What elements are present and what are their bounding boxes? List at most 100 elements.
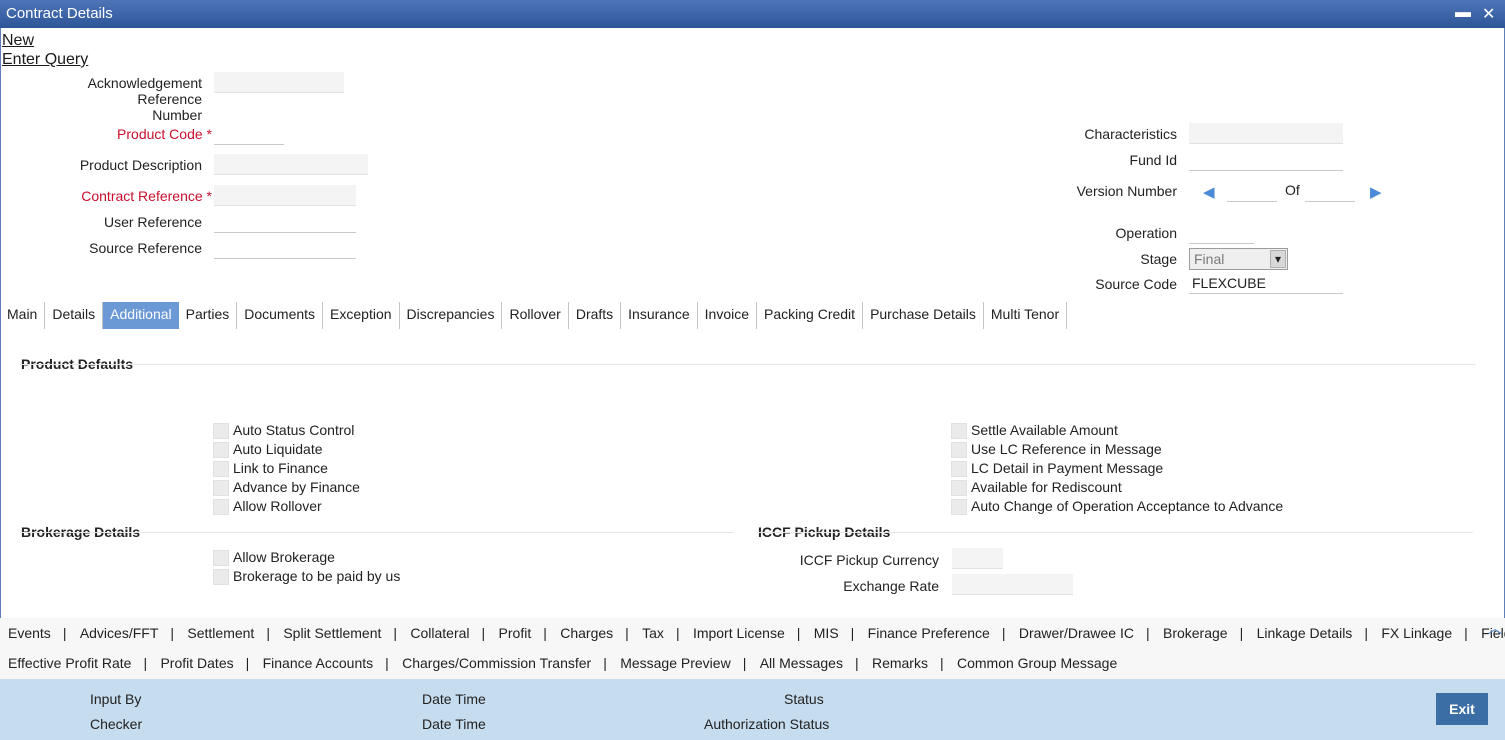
bottom-link-profit[interactable]: Profit — [499, 625, 532, 641]
product-default-left-checkbox[interactable] — [213, 480, 229, 496]
brokerage-checkbox[interactable] — [213, 550, 229, 566]
operation-input[interactable] — [1189, 223, 1254, 244]
product-default-left-checkbox[interactable] — [213, 442, 229, 458]
product-default-right-checkbox[interactable] — [951, 480, 967, 496]
stage-select[interactable]: Final ▾ — [1189, 248, 1288, 270]
bottom-link-finance-accounts[interactable]: Finance Accounts — [263, 655, 374, 671]
brokerage-checkbox[interactable] — [213, 569, 229, 585]
bottom-link-linkage-details[interactable]: Linkage Details — [1257, 625, 1353, 641]
bottom-link-charges[interactable]: Charges — [560, 625, 613, 641]
divider — [20, 364, 1476, 365]
bottom-link-fx-linkage[interactable]: FX Linkage — [1381, 625, 1452, 641]
product-default-right-checkbox[interactable] — [951, 423, 967, 439]
bottom-link-drawer-drawee-ic[interactable]: Drawer/Drawee IC — [1019, 625, 1134, 641]
iccf-currency-input[interactable] — [952, 548, 1003, 569]
bottom-link-all-messages[interactable]: All Messages — [760, 655, 843, 671]
product-default-left-label: Advance by Finance — [233, 479, 360, 495]
link-separator: | — [543, 625, 547, 641]
tab-invoice[interactable]: Invoice — [698, 302, 758, 329]
user-ref-label: User Reference — [103, 214, 202, 230]
link-separator: | — [170, 625, 175, 641]
chevron-down-icon[interactable]: ▾ — [1270, 250, 1286, 268]
user-ref-input[interactable] — [214, 212, 356, 233]
version-current-input[interactable] — [1227, 181, 1277, 202]
bottom-link-effective-profit-rate[interactable]: Effective Profit Rate — [8, 655, 131, 671]
bottom-link-advices-fft[interactable]: Advices/FFT — [80, 625, 159, 641]
bottom-link-profit-dates[interactable]: Profit Dates — [160, 655, 233, 671]
ack-ref-label-line1: Acknowledgement Reference — [87, 75, 202, 107]
product-default-right-checkbox[interactable] — [951, 461, 967, 477]
source-ref-input[interactable] — [214, 238, 356, 259]
tab-main[interactable]: Main — [0, 302, 46, 329]
link-separator: | — [742, 655, 747, 671]
tab-drafts[interactable]: Drafts — [569, 302, 622, 329]
tab-additional[interactable]: Additional — [103, 302, 179, 329]
contract-ref-input[interactable] — [214, 185, 356, 206]
close-icon[interactable]: ✕ — [1482, 4, 1495, 24]
link-separator: | — [62, 625, 67, 641]
bottom-link-mis[interactable]: MIS — [814, 625, 839, 641]
required-mark: * — [206, 188, 212, 204]
contract-ref-label: Contract Reference * — [20, 188, 212, 204]
bottom-link-collateral[interactable]: Collateral — [410, 625, 469, 641]
bottom-link-charges-commission-transfer[interactable]: Charges/Commission Transfer — [402, 655, 591, 671]
version-total-input[interactable] — [1305, 181, 1355, 202]
tab-purchase-details[interactable]: Purchase Details — [863, 302, 984, 329]
exit-button[interactable]: Exit — [1436, 693, 1488, 725]
product-default-right-checkbox[interactable] — [951, 442, 967, 458]
bottom-link-remarks[interactable]: Remarks — [872, 655, 928, 671]
source-code-input[interactable]: FLEXCUBE — [1189, 273, 1343, 294]
tab-discrepancies[interactable]: Discrepancies — [400, 302, 503, 329]
input-date-time-label: Date Time — [422, 691, 486, 707]
tab-details[interactable]: Details — [45, 302, 104, 329]
bottom-link-settlement[interactable]: Settlement — [187, 625, 254, 641]
link-separator: | — [939, 655, 944, 671]
product-default-left-label: Auto Liquidate — [233, 441, 323, 457]
product-default-right-label: Auto Change of Operation Acceptance to A… — [971, 498, 1284, 514]
scroll-up-icon[interactable]: ︿ — [1488, 618, 1502, 638]
bottom-link-events[interactable]: Events — [8, 625, 51, 641]
tab-packing-credit[interactable]: Packing Credit — [757, 302, 864, 329]
product-default-right-checkbox[interactable] — [951, 499, 967, 515]
checker-label: Checker — [90, 716, 143, 732]
link-separator: | — [854, 655, 859, 671]
minimize-icon[interactable]: ▬ — [1455, 4, 1471, 22]
checker-date-time-label: Date Time — [422, 716, 486, 732]
prev-version-icon[interactable]: ◀ — [1203, 183, 1215, 201]
bottom-link-brokerage[interactable]: Brokerage — [1163, 625, 1228, 641]
tab-insurance[interactable]: Insurance — [621, 302, 698, 329]
characteristics-input[interactable] — [1189, 123, 1343, 144]
link-separator: | — [245, 655, 250, 671]
new-link[interactable]: New — [2, 32, 34, 50]
bottom-link-tax[interactable]: Tax — [642, 625, 664, 641]
next-version-icon[interactable]: ▶ — [1370, 183, 1382, 201]
tab-parties[interactable]: Parties — [179, 302, 238, 329]
tab-multi-tenor[interactable]: Multi Tenor — [984, 302, 1068, 329]
bottom-link-split-settlement[interactable]: Split Settlement — [283, 625, 381, 641]
fund-id-input[interactable] — [1189, 150, 1343, 171]
tab-documents[interactable]: Documents — [237, 302, 324, 329]
link-separator: | — [385, 655, 389, 671]
product-default-left-checkbox[interactable] — [213, 423, 229, 439]
ack-ref-input[interactable] — [214, 72, 344, 93]
link-separator: | — [481, 625, 486, 641]
bottom-links-row1: Events | Advices/FFT | Settlement | Split Sett… — [0, 618, 1505, 648]
link-separator: | — [675, 625, 680, 641]
product-desc-input[interactable] — [214, 154, 368, 175]
bottom-link-common-group-message[interactable]: Common Group Message — [957, 655, 1117, 671]
of-label: Of — [1285, 182, 1300, 198]
tab-rollover[interactable]: Rollover — [502, 302, 569, 329]
iccf-currency-label: ICCF Pickup Currency — [799, 552, 939, 568]
product-default-left-checkbox[interactable] — [213, 461, 229, 477]
exchange-rate-input[interactable] — [952, 574, 1073, 595]
bottom-link-finance-preference[interactable]: Finance Preference — [868, 625, 990, 641]
link-separator: | — [1364, 625, 1368, 641]
bottom-link-import-license[interactable]: Import License — [693, 625, 785, 641]
product-code-input[interactable] — [214, 124, 284, 145]
bottom-link-message-preview[interactable]: Message Preview — [620, 655, 731, 671]
enter-query-link[interactable]: Enter Query — [2, 51, 88, 69]
tab-exception[interactable]: Exception — [323, 302, 400, 329]
brokerage-label: Brokerage to be paid by us — [233, 568, 401, 584]
window-titlebar: Contract Details ▬ ✕ — [0, 0, 1505, 28]
product-default-left-checkbox[interactable] — [213, 499, 229, 515]
